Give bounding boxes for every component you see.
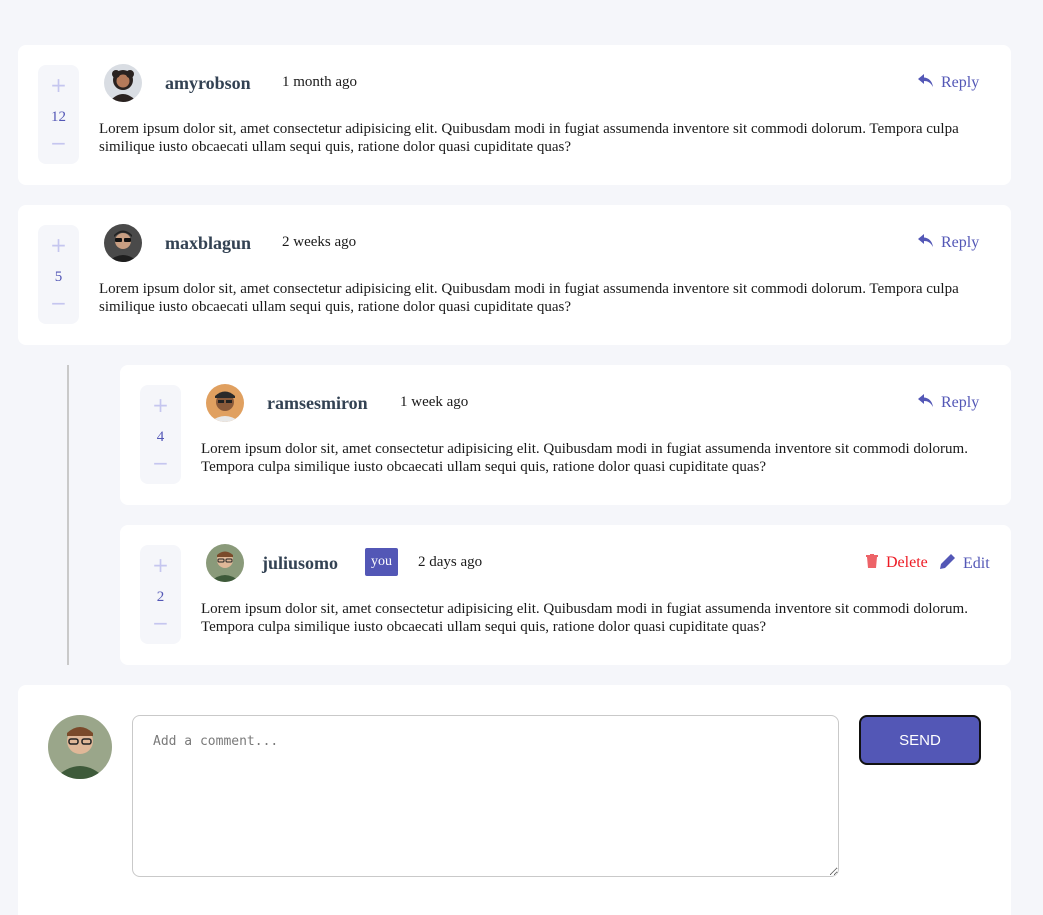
avatar	[206, 544, 244, 582]
comment-input[interactable]	[132, 715, 839, 877]
reply-button[interactable]: Reply	[918, 74, 979, 92]
downvote-button[interactable]: −	[140, 613, 181, 633]
username[interactable]: juliusomo	[262, 554, 338, 572]
vote-score: 4	[156, 429, 165, 445]
upvote-button[interactable]: +	[38, 235, 79, 255]
reply-arrow-icon	[918, 394, 933, 412]
comment-text: Lorem ipsum dolor sit, amet consectetur …	[201, 441, 968, 475]
reply-card: + 4 − ramsesmiron 1 week ago Reply Lorem…	[120, 365, 1011, 505]
reply-label: Reply	[941, 234, 980, 251]
username[interactable]: maxblagun	[165, 234, 251, 252]
timestamp: 2 days ago	[418, 554, 483, 570]
reply-arrow-icon	[918, 74, 933, 92]
comment-text: Lorem ipsum dolor sit, amet consectetur …	[201, 601, 968, 635]
avatar	[104, 64, 142, 102]
delete-button[interactable]: Delete	[866, 554, 928, 572]
comment-card: + 12 − amyrobson 1 month ago Reply Lorem…	[18, 45, 1011, 185]
comment-text: Lorem ipsum dolor sit, amet consectetur …	[99, 281, 959, 315]
upvote-button[interactable]: +	[140, 395, 181, 415]
edit-label: Edit	[963, 554, 990, 572]
vote-control: + 4 −	[140, 385, 181, 484]
avatar	[104, 224, 142, 262]
reply-label: Reply	[941, 394, 980, 411]
vote-score: 5	[54, 269, 63, 285]
pencil-icon	[940, 554, 955, 573]
username[interactable]: amyrobson	[165, 74, 251, 92]
reply-button[interactable]: Reply	[918, 234, 979, 252]
delete-label: Delete	[886, 554, 928, 571]
you-badge: you	[365, 548, 398, 576]
timestamp: 1 week ago	[400, 394, 469, 410]
trash-icon	[866, 554, 878, 572]
current-user-avatar	[48, 715, 112, 779]
timestamp: 2 weeks ago	[282, 234, 357, 250]
comment-text: Lorem ipsum dolor sit, amet consectetur …	[99, 121, 959, 155]
comment-card: + 5 − maxblagun 2 weeks ago Reply Lorem …	[18, 205, 1011, 345]
timestamp: 1 month ago	[282, 74, 357, 90]
reply-arrow-icon	[918, 234, 933, 252]
reply-card: + 2 − juliusomo you 2 days ago Delete Ed…	[120, 525, 1011, 665]
avatar	[206, 384, 244, 422]
reply-button[interactable]: Reply	[918, 394, 979, 412]
vote-control: + 12 −	[38, 65, 79, 164]
reply-thread-line	[67, 365, 69, 665]
reply-label: Reply	[941, 74, 980, 91]
upvote-button[interactable]: +	[140, 555, 181, 575]
downvote-button[interactable]: −	[140, 453, 181, 473]
edit-button[interactable]: Edit	[940, 554, 990, 573]
vote-control: + 2 −	[140, 545, 181, 644]
vote-score: 2	[156, 589, 165, 605]
downvote-button[interactable]: −	[38, 133, 79, 153]
username[interactable]: ramsesmiron	[267, 394, 368, 412]
send-button[interactable]: SEND	[859, 715, 981, 765]
vote-control: + 5 −	[38, 225, 79, 324]
downvote-button[interactable]: −	[38, 293, 79, 313]
upvote-button[interactable]: +	[38, 75, 79, 95]
vote-score: 12	[51, 109, 66, 125]
